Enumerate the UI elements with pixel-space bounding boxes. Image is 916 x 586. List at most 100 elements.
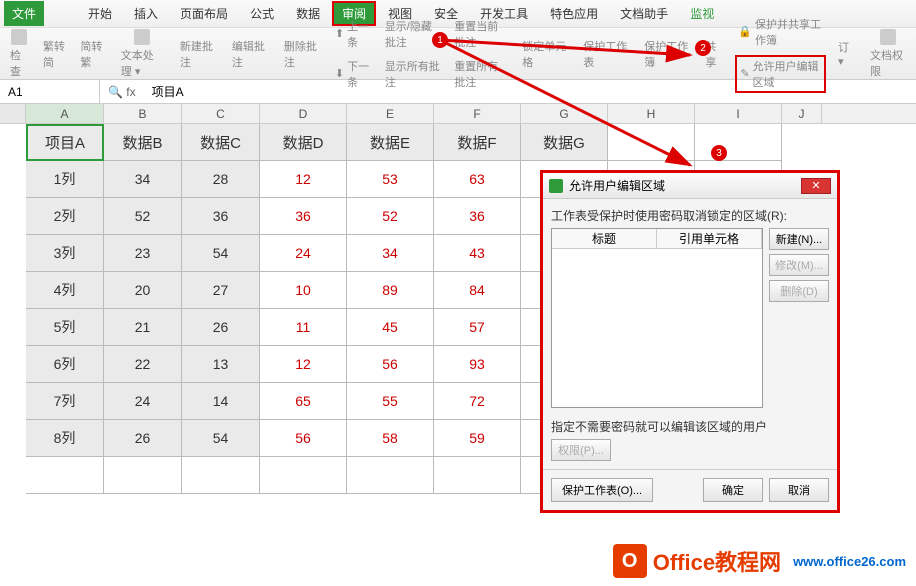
select-all-corner[interactable]	[0, 104, 26, 123]
tool-newcomment[interactable]: 新建批注	[176, 36, 220, 72]
ok-button[interactable]: 确定	[703, 478, 763, 502]
name-box[interactable]: A1	[0, 80, 100, 103]
tool-check[interactable]: 检查	[6, 27, 32, 81]
cell[interactable]: 23	[104, 235, 182, 272]
cell[interactable]	[608, 124, 695, 161]
cell[interactable]: 58	[347, 420, 434, 457]
region-list[interactable]: 标题 引用单元格	[551, 228, 763, 408]
cell[interactable]: 7列	[26, 383, 104, 420]
cell[interactable]: 53	[347, 161, 434, 198]
cell[interactable]: 12	[260, 346, 347, 383]
cell[interactable]: 27	[182, 272, 260, 309]
cell[interactable]: 36	[260, 198, 347, 235]
tool-protshare[interactable]: 🔒 保护并共享工作簿	[735, 15, 826, 49]
cell[interactable]: 28	[182, 161, 260, 198]
tool-track[interactable]: 订 ▾	[834, 37, 858, 70]
tool-docperm[interactable]: 文档权限	[866, 27, 910, 81]
cell[interactable]: 89	[347, 272, 434, 309]
col-header-E[interactable]: E	[347, 104, 434, 123]
delete-button[interactable]: 删除(D)	[769, 280, 829, 302]
list-col-title[interactable]: 标题	[552, 229, 657, 248]
cell[interactable]	[347, 457, 434, 494]
cell[interactable]: 43	[434, 235, 521, 272]
cell[interactable]: 84	[434, 272, 521, 309]
cell[interactable]: 54	[182, 420, 260, 457]
col-header-I[interactable]: I	[695, 104, 782, 123]
cell[interactable]: 57	[434, 309, 521, 346]
cell[interactable]: 26	[104, 420, 182, 457]
cell[interactable]: 24	[104, 383, 182, 420]
tool-jzh[interactable]: 简转繁	[77, 37, 108, 71]
col-header-F[interactable]: F	[434, 104, 521, 123]
cell[interactable]: 10	[260, 272, 347, 309]
cell[interactable]: 36	[434, 198, 521, 235]
tool-protectbook[interactable]: 保护工作簿	[640, 36, 693, 72]
cell[interactable]: 34	[347, 235, 434, 272]
cell[interactable]	[434, 457, 521, 494]
cell[interactable]: 55	[347, 383, 434, 420]
cell[interactable]: 34	[104, 161, 182, 198]
cell[interactable]	[26, 457, 104, 494]
col-header-G[interactable]: G	[521, 104, 608, 123]
list-col-ref[interactable]: 引用单元格	[657, 229, 762, 248]
fx-icon[interactable]: 🔍 fx	[100, 85, 144, 99]
permission-button[interactable]: 权限(P)...	[551, 439, 611, 461]
cell[interactable]: 63	[434, 161, 521, 198]
cell[interactable]: 54	[182, 235, 260, 272]
cell[interactable]: 4列	[26, 272, 104, 309]
dialog-titlebar[interactable]: 允许用户编辑区域 ✕	[543, 173, 837, 199]
cell[interactable]: 24	[260, 235, 347, 272]
cell[interactable]: 6列	[26, 346, 104, 383]
formula-input[interactable]: 项目A	[144, 83, 916, 100]
cell[interactable]: 8列	[26, 420, 104, 457]
cell[interactable]: 1列	[26, 161, 104, 198]
col-header-H[interactable]: H	[608, 104, 695, 123]
modify-button[interactable]: 修改(M)...	[769, 254, 829, 276]
cell[interactable]	[260, 457, 347, 494]
cell[interactable]: 59	[434, 420, 521, 457]
menu-data[interactable]: 数据	[286, 1, 330, 26]
cell[interactable]: 13	[182, 346, 260, 383]
tool-lock[interactable]: 锁定单元格	[518, 36, 571, 72]
cell[interactable]: 3列	[26, 235, 104, 272]
cell[interactable]: 5列	[26, 309, 104, 346]
cell[interactable]: 数据F	[434, 124, 521, 161]
menu-layout[interactable]: 页面布局	[170, 1, 238, 26]
cell[interactable]: 65	[260, 383, 347, 420]
cell[interactable]: 数据E	[347, 124, 434, 161]
menu-monitor[interactable]: 监视	[680, 1, 724, 26]
cell[interactable]: 项目A	[26, 124, 104, 161]
cell[interactable]: 14	[182, 383, 260, 420]
cancel-button[interactable]: 取消	[769, 478, 829, 502]
col-header-C[interactable]: C	[182, 104, 260, 123]
cell[interactable]: 数据G	[521, 124, 608, 161]
cell[interactable]: 52	[347, 198, 434, 235]
tool-prev[interactable]: ⬆ 上一条	[332, 17, 374, 51]
cell[interactable]: 20	[104, 272, 182, 309]
tool-protect[interactable]: 保护工作表	[579, 36, 632, 72]
cell[interactable]: 数据B	[104, 124, 182, 161]
tool-text[interactable]: 文本处理 ▾	[117, 27, 168, 81]
cell[interactable]	[182, 457, 260, 494]
cell[interactable]: 72	[434, 383, 521, 420]
cell[interactable]: 56	[260, 420, 347, 457]
tool-editcomment[interactable]: 编辑批注	[228, 36, 272, 72]
tool-delcomment[interactable]: 删除批注	[280, 36, 324, 72]
menu-file[interactable]: 文件	[4, 1, 44, 26]
cell[interactable]	[695, 124, 782, 161]
cell[interactable]: 12	[260, 161, 347, 198]
menu-dochelp[interactable]: 文档助手	[610, 1, 678, 26]
menu-insert[interactable]: 插入	[124, 1, 168, 26]
cell[interactable]: 数据D	[260, 124, 347, 161]
cell[interactable]: 21	[104, 309, 182, 346]
cell[interactable]: 45	[347, 309, 434, 346]
cell[interactable]: 22	[104, 346, 182, 383]
cell[interactable]: 36	[182, 198, 260, 235]
cell[interactable]: 11	[260, 309, 347, 346]
menu-formula[interactable]: 公式	[240, 1, 284, 26]
tool-zhh[interactable]: 繁转简	[40, 37, 71, 71]
close-button[interactable]: ✕	[801, 178, 831, 194]
col-header-B[interactable]: B	[104, 104, 182, 123]
protect-sheet-button[interactable]: 保护工作表(O)...	[551, 478, 653, 502]
col-header-D[interactable]: D	[260, 104, 347, 123]
